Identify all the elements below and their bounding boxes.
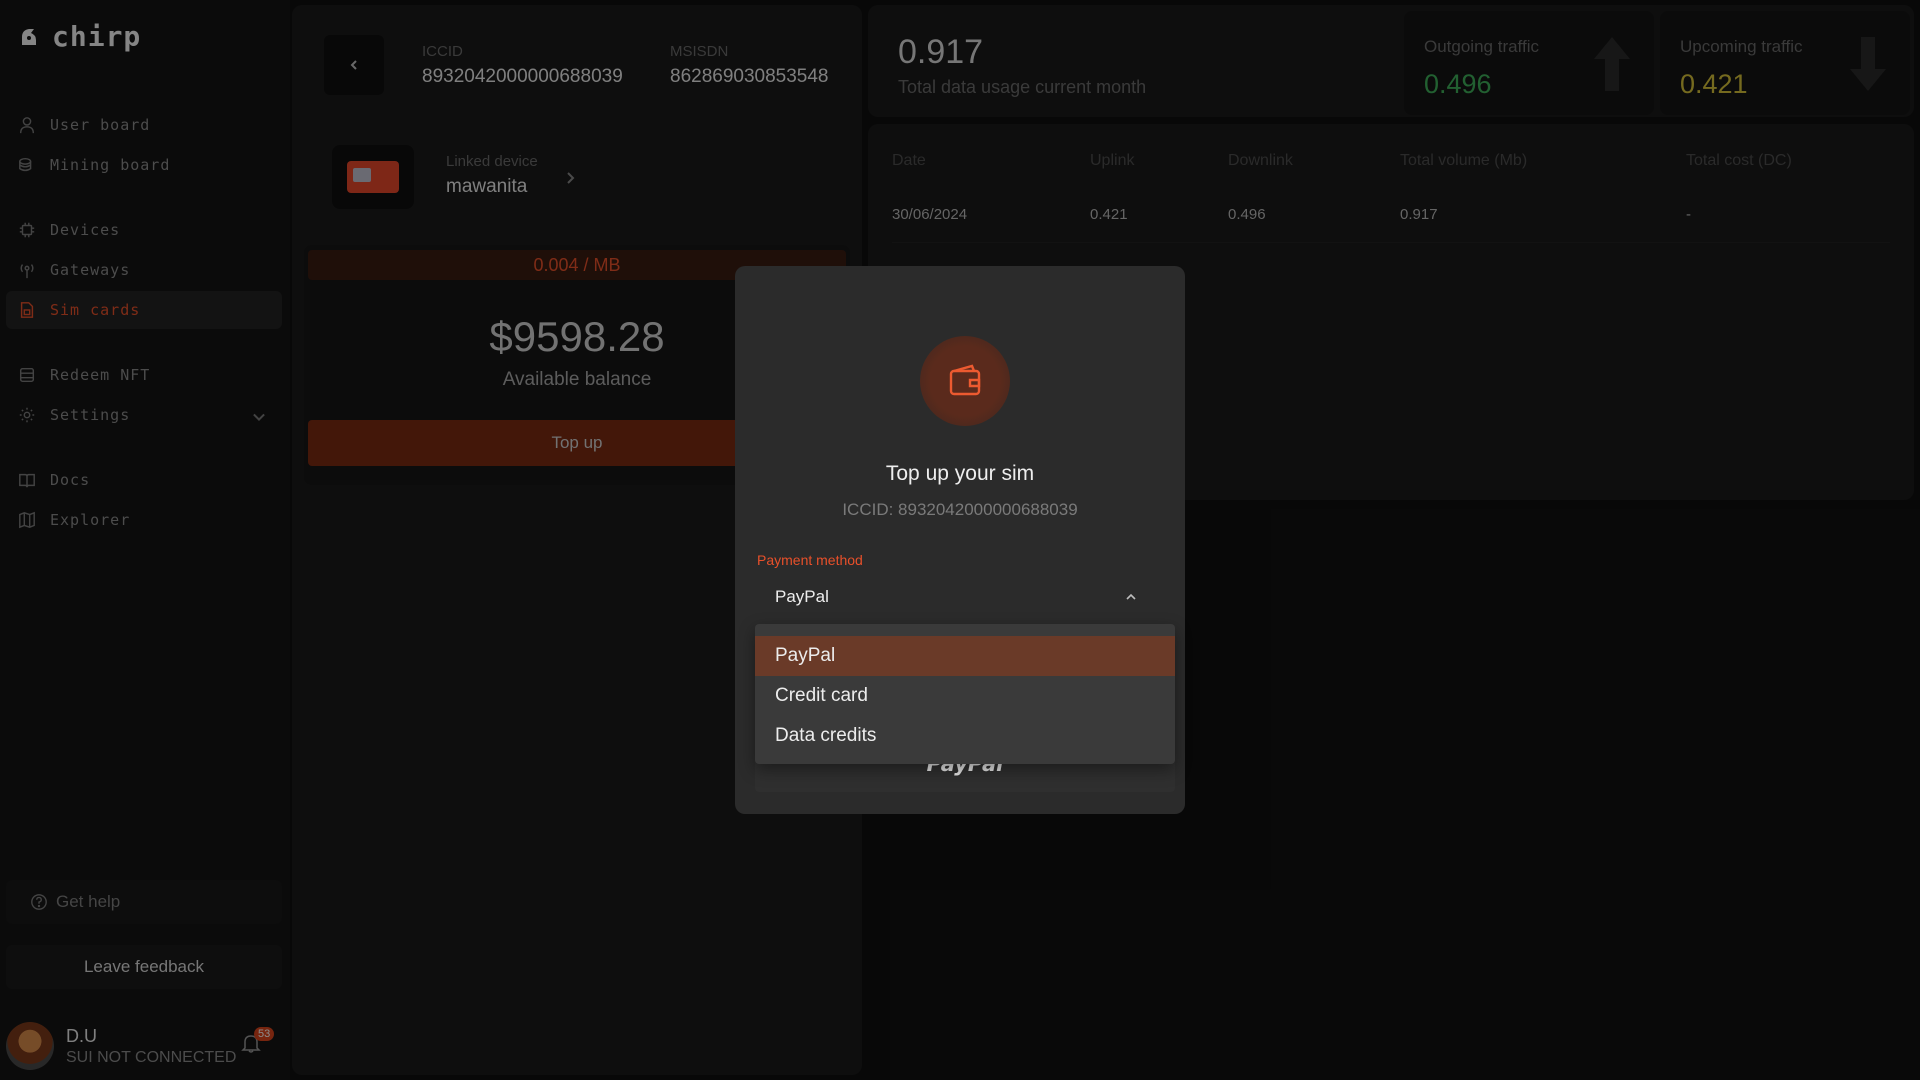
top-up-modal: Top up your sim ICCID: 89320420000006880… [735, 266, 1185, 814]
modal-title: Top up your sim [885, 462, 1035, 485]
payment-method-select[interactable]: PayPal [757, 574, 1163, 620]
option-data-credits[interactable]: Data credits [755, 716, 1175, 756]
payment-method-label: Payment method [757, 552, 863, 568]
selected-payment-method: PayPal [775, 587, 829, 606]
option-paypal[interactable]: PayPal [755, 636, 1175, 676]
payment-method-dropdown: PayPal Credit card Data credits [755, 624, 1175, 764]
modal-subtitle: ICCID: 8932042000000688039 [842, 500, 1078, 519]
chevron-up-icon [1126, 593, 1136, 600]
wallet-icon-badge [920, 336, 1010, 426]
wallet-icon [949, 364, 981, 396]
option-credit-card[interactable]: Credit card [755, 676, 1175, 716]
